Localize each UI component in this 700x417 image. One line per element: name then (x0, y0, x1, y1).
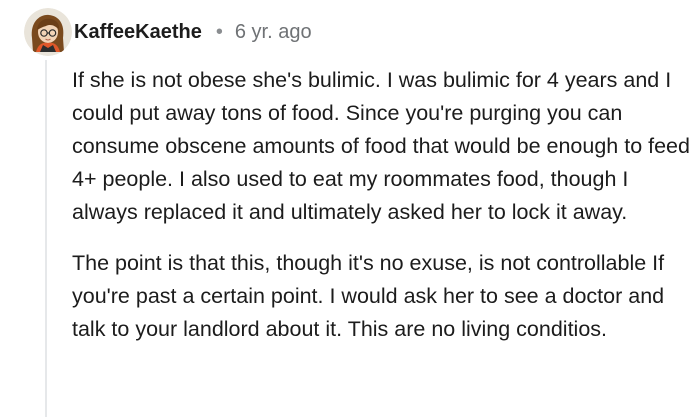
comment: KaffeeKaethe • 6 yr. ago If she is not o… (0, 0, 700, 417)
cartoon-girl-avatar-icon (24, 8, 72, 56)
separator-dot: • (215, 20, 223, 43)
thread-line[interactable] (45, 60, 47, 417)
comment-header: KaffeeKaethe • 6 yr. ago (24, 6, 312, 58)
author-name[interactable]: KaffeeKaethe (74, 21, 202, 44)
comment-paragraph: If she is not obese she's bulimic. I was… (72, 68, 690, 224)
avatar[interactable] (24, 8, 72, 56)
comment-body: If she is not obese she's bulimic. I was… (72, 64, 694, 346)
timestamp[interactable]: 6 yr. ago (235, 21, 312, 44)
comment-paragraph: The point is that this, though it's no e… (72, 251, 665, 341)
